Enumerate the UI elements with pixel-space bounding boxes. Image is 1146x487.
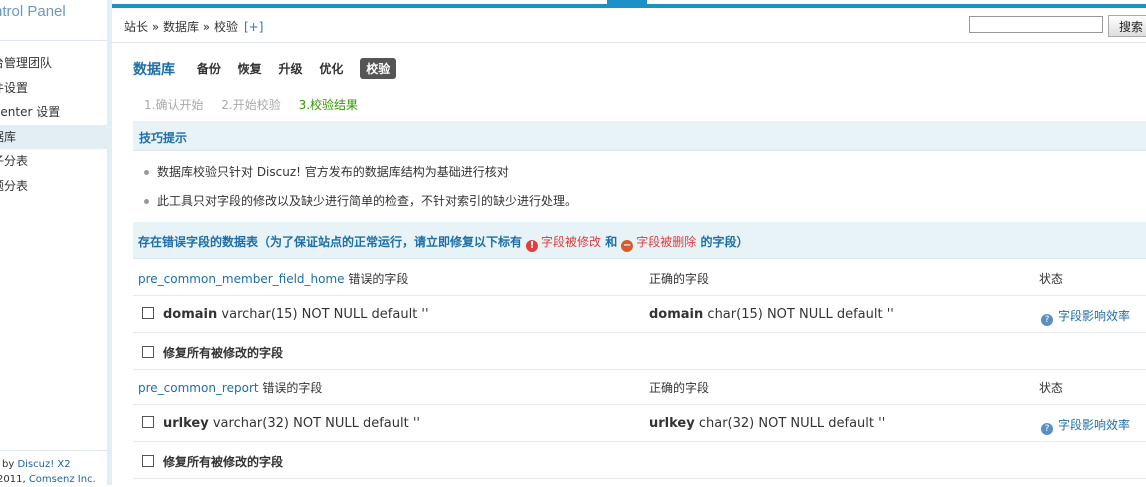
tab-optimize[interactable]: 优化 — [319, 60, 343, 77]
wrong-field-label: 错误的字段 — [262, 381, 323, 395]
tips-list: 数据库校验只针对 Discuz! 官方发布的数据库结构为基础进行核对 此工具只对… — [133, 158, 1146, 216]
table-block-2: pre_common_report 错误的字段 正确的字段 状态 urlkey … — [133, 368, 1146, 479]
sidebar-divider — [0, 40, 107, 41]
tips-header: 技巧提示 — [133, 121, 1146, 151]
footer-by: by — [2, 459, 15, 470]
footer-company-link[interactable]: Comsenz Inc. — [29, 474, 96, 485]
table-block-1: pre_common_member_field_home 错误的字段 正确的字段… — [133, 259, 1146, 370]
tips-title: 技巧提示 — [139, 131, 188, 145]
footer-copyright: 2011, — [0, 474, 26, 485]
status-label: 状态 — [1039, 272, 1064, 286]
breadcrumb-text: 站长 » 数据库 » 校验 — [124, 20, 238, 34]
sidebar-item-post-split[interactable]: 子分表 — [0, 149, 107, 174]
top-bar — [0, 0, 1146, 8]
step-confirm: 1.确认开始 — [144, 98, 204, 112]
add-shortcut-link[interactable]: [+] — [244, 20, 263, 34]
footer-product-link[interactable]: Discuz! X2 — [17, 459, 70, 470]
fix-all-checkbox[interactable] — [142, 346, 154, 358]
bullet-icon — [144, 170, 149, 175]
field-modified-icon: ! — [526, 240, 539, 252]
main-content: 站长 » 数据库 » 校验 [+] 搜索 数据库 备份 恢复 升级 优化 校验 1… — [112, 8, 1146, 485]
table-row: domain varchar(15) NOT NULL default '' d… — [133, 296, 1146, 333]
correct-definition: char(32) NOT NULL default '' — [698, 416, 886, 431]
error-head-and: 和 — [605, 235, 618, 249]
status-label: 状态 — [1039, 381, 1064, 395]
wrong-definition: varchar(32) NOT NULL default '' — [212, 416, 421, 431]
table-name: pre_common_report — [138, 381, 259, 395]
tip-item: 数据库校验只针对 Discuz! 官方发布的数据库结构为基础进行核对 — [133, 158, 1146, 187]
sidebar-item-settings[interactable]: 件设置 — [0, 76, 107, 101]
table-name: pre_common_member_field_home — [138, 272, 345, 286]
title-row: 数据库 备份 恢复 升级 优化 校验 — [133, 58, 409, 80]
fix-all-label: 修复所有被修改的字段 — [163, 346, 284, 360]
error-head-prefix: 存在错误字段的数据表（为了保证站点的正常运行，请立即修复以下标有 — [138, 235, 523, 249]
table-row: 修复所有被修改的字段 — [133, 442, 1146, 479]
sidebar-menu: 台管理团队 件设置 Center 设置 据库 子分表 题分表 — [0, 51, 107, 198]
wrong-field-label: 错误的字段 — [348, 272, 409, 286]
sidebar-item-ucenter[interactable]: Center 设置 — [0, 100, 107, 125]
table-row: pre_common_report 错误的字段 正确的字段 状态 — [133, 368, 1146, 405]
wrong-definition: varchar(15) NOT NULL default '' — [221, 307, 429, 322]
sidebar-item-database[interactable]: 据库 — [0, 124, 107, 149]
tip-text: 数据库校验只针对 Discuz! 官方发布的数据库结构为基础进行核对 — [157, 165, 509, 179]
tab-restore[interactable]: 恢复 — [238, 60, 262, 77]
correct-field-label: 正确的字段 — [649, 272, 710, 286]
breadcrumb: 站长 » 数据库 » 校验 [+] — [124, 18, 263, 35]
error-head-modified: 字段被修改 — [541, 235, 602, 249]
field-checkbox[interactable] — [142, 307, 154, 319]
bullet-icon — [144, 199, 149, 204]
brand-title: ntrol Panel — [0, 3, 66, 20]
field-name: domain — [163, 307, 218, 322]
effect-link[interactable]: ? 字段影响效率 — [1039, 416, 1130, 435]
help-icon: ? — [1041, 314, 1053, 326]
search-input[interactable] — [969, 16, 1103, 33]
correct-field-label: 正确的字段 — [649, 381, 710, 395]
sidebar: ntrol Panel 台管理团队 件设置 Center 设置 据库 子分表 题… — [0, 0, 112, 485]
error-head-deleted: 字段被删除 — [636, 235, 697, 249]
field-deleted-icon: − — [621, 240, 634, 252]
table-row: 修复所有被修改的字段 — [133, 333, 1146, 370]
tip-item: 此工具只对字段的修改以及缺少进行简单的检查，不针对索引的缺少进行处理。 — [133, 187, 1146, 216]
search-button[interactable]: 搜索 — [1108, 15, 1146, 37]
active-top-tab-marker — [607, 0, 647, 6]
fix-all-checkbox[interactable] — [142, 455, 154, 467]
effect-label: 字段影响效率 — [1058, 309, 1131, 323]
field-name: urlkey — [649, 416, 695, 431]
sidebar-item-thread-split[interactable]: 题分表 — [0, 174, 107, 199]
correct-definition: char(15) NOT NULL default '' — [707, 307, 894, 322]
tip-text: 此工具只对字段的修改以及缺少进行简单的检查，不针对索引的缺少进行处理。 — [157, 194, 578, 208]
breadcrumb-bar: 站长 » 数据库 » 校验 [+] 搜索 — [112, 8, 1146, 43]
field-name: urlkey — [163, 416, 209, 431]
error-table-header: 存在错误字段的数据表（为了保证站点的正常运行，请立即修复以下标有! 字段被修改 和… — [133, 222, 1146, 259]
error-head-suffix: 的字段） — [700, 235, 749, 249]
step-result: 3.校验结果 — [298, 98, 359, 112]
page-title: 数据库 — [133, 61, 175, 78]
progress-steps: 1.确认开始 2.开始校验 3.校验结果 — [144, 96, 372, 113]
tab-backup[interactable]: 备份 — [197, 60, 221, 77]
tab-upgrade[interactable]: 升级 — [279, 60, 303, 77]
field-checkbox[interactable] — [142, 416, 154, 428]
effect-label: 字段影响效率 — [1058, 418, 1131, 432]
step-start: 2.开始校验 — [221, 98, 281, 112]
fix-all-label: 修复所有被修改的字段 — [163, 455, 284, 469]
effect-link[interactable]: ? 字段影响效率 — [1039, 307, 1130, 326]
sidebar-item-team[interactable]: 台管理团队 — [0, 51, 107, 76]
help-icon: ? — [1041, 423, 1053, 435]
tab-check[interactable]: 校验 — [360, 58, 397, 79]
table-row: pre_common_member_field_home 错误的字段 正确的字段… — [133, 259, 1146, 296]
sidebar-footer: by Discuz! X2 2011, Comsenz Inc. — [0, 450, 107, 487]
table-row: urlkey varchar(32) NOT NULL default '' u… — [133, 405, 1146, 442]
field-name: domain — [649, 307, 704, 322]
